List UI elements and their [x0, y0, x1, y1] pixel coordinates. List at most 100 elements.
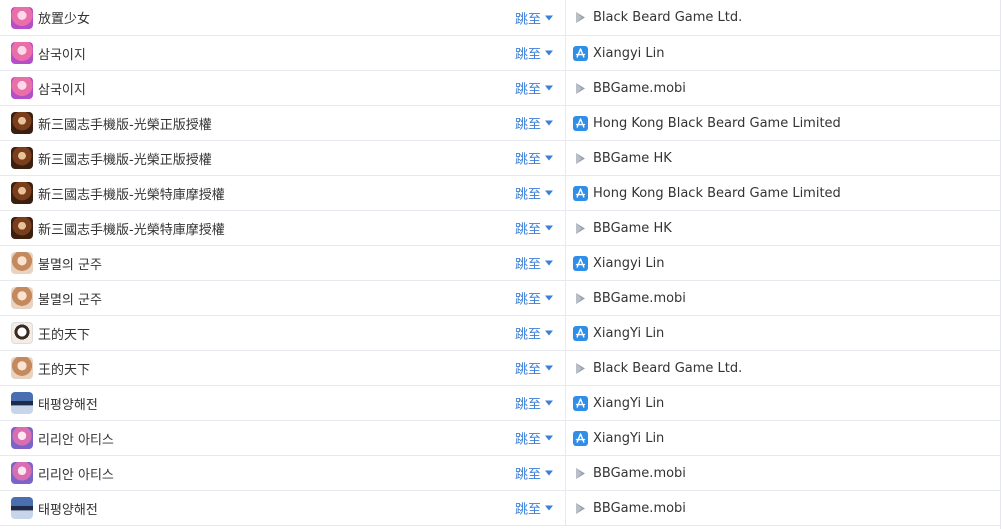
google-play-icon: [573, 151, 588, 166]
developer-name-link[interactable]: Xiangyi Lin: [593, 46, 665, 61]
game-name: 王的天下: [38, 327, 91, 343]
jump-to-label: 跳至: [515, 47, 542, 63]
developer-cell: BBGame HK: [566, 141, 1000, 175]
table-row: 태평양해전 跳至 BBGame.mobi: [0, 491, 1000, 526]
table-row: 新三國志手機版-光榮正版授權 跳至 Hong Kong Black Beard Ga…: [0, 106, 1000, 141]
game-cell: 放置少女 跳至: [0, 0, 566, 35]
caret-down-icon: [545, 260, 554, 266]
warship-icon: [11, 392, 33, 414]
caret-down-icon: [545, 15, 554, 20]
game-name: 불멸의 군주: [38, 292, 102, 308]
developer-name-link[interactable]: Hong Kong Black Beard Game Limited: [593, 186, 841, 201]
game-cell: 리리안 아티스 跳至: [0, 456, 566, 490]
developer-name-link[interactable]: Black Beard Game Ltd.: [593, 10, 742, 25]
game-cell: 新三國志手機版-光榮正版授權 跳至: [0, 106, 566, 140]
developer-name-link[interactable]: BBGame.mobi: [593, 291, 686, 306]
game-cell: 삼국이지 跳至: [0, 71, 566, 105]
developer-cell: BBGame.mobi: [566, 491, 1000, 525]
game-cell: 리리안 아티스 跳至: [0, 421, 566, 455]
caret-down-icon: [545, 330, 554, 336]
jump-to-dropdown[interactable]: 跳至: [515, 44, 554, 63]
developer-name-link[interactable]: BBGame.mobi: [593, 501, 686, 516]
table-row: 리리안 아티스 跳至 BBGame.mobi: [0, 456, 1000, 491]
game-cell: 삼국이지 跳至: [0, 36, 566, 70]
sango-warrior-icon: [11, 182, 33, 204]
jump-to-dropdown[interactable]: 跳至: [515, 359, 554, 378]
pink-anime-girl-icon: [11, 6, 33, 29]
jump-to-label: 跳至: [515, 222, 542, 238]
developer-name-link[interactable]: BBGame HK: [593, 151, 672, 166]
developer-name-link[interactable]: Black Beard Game Ltd.: [593, 361, 742, 376]
app-store-icon: [573, 255, 588, 271]
jump-to-label: 跳至: [515, 257, 542, 273]
jump-to-dropdown[interactable]: 跳至: [515, 289, 554, 308]
sango-warrior-icon: [11, 217, 33, 239]
developer-cell: Hong Kong Black Beard Game Limited: [566, 106, 1000, 140]
developer-name-link[interactable]: BBGame HK: [593, 221, 672, 236]
lady-portrait-icon: [11, 287, 33, 309]
table-row: 삼국이지 跳至 BBGame.mobi: [0, 71, 1000, 106]
developer-name-link[interactable]: BBGame.mobi: [593, 81, 686, 96]
jump-to-dropdown[interactable]: 跳至: [515, 114, 554, 133]
developer-cell: Black Beard Game Ltd.: [566, 0, 1000, 35]
app-store-icon: [573, 185, 588, 201]
caret-down-icon: [545, 505, 554, 511]
game-cell: 王的天下 跳至: [0, 351, 566, 385]
developer-name-link[interactable]: XiangYi Lin: [593, 326, 664, 341]
game-cell: 불멸의 군주 跳至: [0, 281, 566, 315]
game-cell: 태평양해전 跳至: [0, 386, 566, 420]
developer-cell: XiangYi Lin: [566, 386, 1000, 420]
developer-name-link[interactable]: XiangYi Lin: [593, 396, 664, 411]
caret-down-icon: [545, 225, 554, 231]
caret-down-icon: [545, 400, 554, 406]
developer-cell: Black Beard Game Ltd.: [566, 351, 1000, 385]
table-row: 新三國志手機版-光榮特庫摩授權 跳至 BBGame HK: [0, 211, 1000, 246]
developer-cell: BBGame.mobi: [566, 281, 1000, 315]
google-play-icon: [573, 221, 588, 236]
jump-to-label: 跳至: [515, 327, 542, 343]
jump-to-dropdown[interactable]: 跳至: [515, 429, 554, 448]
app-store-icon: [573, 45, 588, 61]
table-row: 新三國志手機版-光榮正版授權 跳至 BBGame HK: [0, 141, 1000, 176]
jump-to-dropdown[interactable]: 跳至: [515, 79, 554, 98]
lady-portrait-icon: [11, 252, 33, 274]
jump-to-label: 跳至: [515, 12, 542, 27]
jump-to-label: 跳至: [515, 187, 542, 203]
jump-to-dropdown[interactable]: 跳至: [515, 149, 554, 168]
ink-calligraphy-icon: [11, 322, 33, 344]
sango-warrior-icon: [11, 112, 33, 134]
developer-cell: Hong Kong Black Beard Game Limited: [566, 176, 1000, 210]
game-name: 王的天下: [38, 362, 91, 378]
jump-to-dropdown[interactable]: 跳至: [515, 499, 554, 518]
developer-name-link[interactable]: XiangYi Lin: [593, 431, 664, 446]
game-cell: 新三國志手機版-光榮特庫摩授權 跳至: [0, 211, 566, 245]
jump-to-dropdown[interactable]: 跳至: [515, 324, 554, 343]
jump-to-label: 跳至: [515, 117, 542, 133]
game-name: 태평양해전: [38, 502, 98, 518]
game-name: 삼국이지: [38, 47, 86, 63]
game-name: 삼국이지: [38, 82, 86, 98]
jump-to-dropdown[interactable]: 跳至: [515, 8, 554, 27]
jump-to-dropdown[interactable]: 跳至: [515, 254, 554, 273]
caret-down-icon: [545, 365, 554, 371]
google-play-icon: [573, 466, 588, 481]
app-store-icon: [573, 115, 588, 131]
table-row: 放置少女 跳至 Black Beard Game Ltd.: [0, 0, 1000, 36]
google-play-icon: [573, 81, 588, 96]
caret-down-icon: [545, 190, 554, 196]
developer-name-link[interactable]: Xiangyi Lin: [593, 256, 665, 271]
developer-name-link[interactable]: Hong Kong Black Beard Game Limited: [593, 116, 841, 131]
jump-to-dropdown[interactable]: 跳至: [515, 184, 554, 203]
table-row: 王的天下 跳至 XiangYi Lin: [0, 316, 1000, 351]
jump-to-dropdown[interactable]: 跳至: [515, 394, 554, 413]
jump-to-label: 跳至: [515, 397, 542, 413]
jump-to-dropdown[interactable]: 跳至: [515, 219, 554, 238]
table-row: 태평양해전 跳至 XiangYi Lin: [0, 386, 1000, 421]
game-name: 리리안 아티스: [38, 432, 114, 448]
game-cell: 태평양해전 跳至: [0, 491, 566, 525]
jump-to-dropdown[interactable]: 跳至: [515, 464, 554, 483]
developer-name-link[interactable]: BBGame.mobi: [593, 466, 686, 481]
developer-cell: BBGame.mobi: [566, 71, 1000, 105]
game-name: 新三國志手機版-光榮正版授權: [38, 152, 212, 168]
table-row: 王的天下 跳至 Black Beard Game Ltd.: [0, 351, 1000, 386]
